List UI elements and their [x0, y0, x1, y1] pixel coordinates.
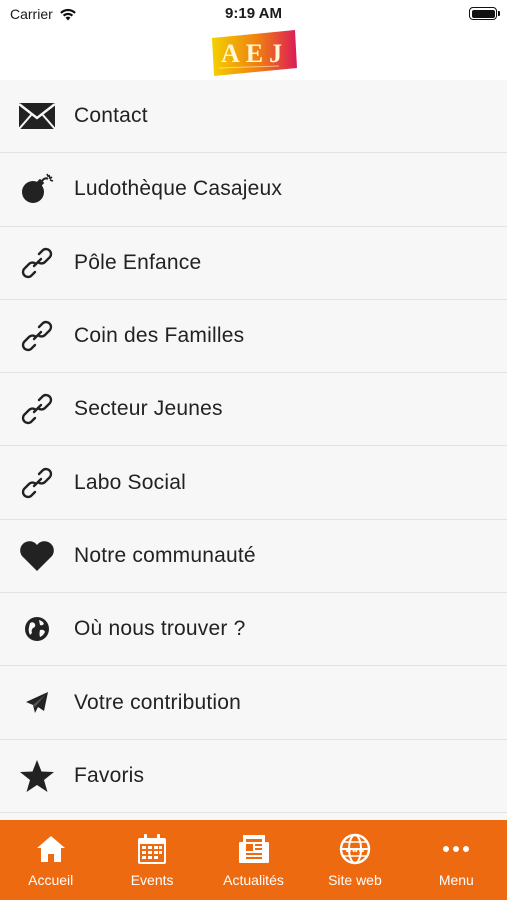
- menu-item-label: Favoris: [74, 763, 145, 787]
- menu-item-ludotheque[interactable]: Ludothèque Casajeux: [0, 153, 507, 227]
- tab-label: Actualités: [223, 872, 284, 888]
- tab-label: Site web: [328, 872, 382, 888]
- menu-item-label: Labo Social: [74, 470, 186, 494]
- web-globe-icon: www: [339, 832, 371, 866]
- star-icon: [0, 759, 74, 793]
- menu-item-label: Votre contribution: [74, 690, 242, 714]
- globe-icon: [0, 615, 74, 643]
- tab-label: Events: [130, 872, 174, 888]
- menu-item-pole-enfance[interactable]: Pôle Enfance: [0, 226, 507, 300]
- link-icon: [0, 465, 74, 501]
- menu-item-votre-contribution[interactable]: Votre contribution: [0, 666, 507, 740]
- tab-actualites[interactable]: Actualités: [203, 820, 304, 900]
- menu-item-coin-des-familles[interactable]: Coin des Familles: [0, 299, 507, 374]
- menu-item-notre-communaute[interactable]: Notre communauté: [0, 519, 507, 594]
- link-icon: [0, 391, 74, 427]
- tab-label: Menu: [438, 872, 474, 888]
- menu-item-favoris[interactable]: Favoris: [0, 739, 507, 813]
- status-time: 9:19 AM: [225, 5, 282, 22]
- calendar-icon: [137, 832, 167, 866]
- menu-item-label: Notre communauté: [74, 543, 256, 567]
- menu-item-label: Contact: [74, 104, 148, 128]
- more-icon: [442, 832, 470, 866]
- newspaper-icon: [238, 832, 270, 866]
- svg-text:AEJ: AEJ: [221, 39, 288, 68]
- envelope-icon: [0, 102, 74, 130]
- menu-item-label: Secteur Jeunes: [74, 397, 223, 421]
- menu-item-label: Ludothèque Casajeux: [74, 177, 283, 201]
- link-icon: [0, 245, 74, 281]
- menu-item-ou-nous-trouver[interactable]: Où nous trouver ?: [0, 593, 507, 667]
- menu-list: Contact Ludothèque Casajeux Pôle Enfance…: [0, 80, 507, 820]
- menu-item-labo-social[interactable]: Labo Social: [0, 446, 507, 520]
- link-icon: [0, 318, 74, 354]
- menu-item-secteur-jeunes[interactable]: Secteur Jeunes: [0, 373, 507, 447]
- tab-accueil[interactable]: Accueil: [0, 820, 101, 900]
- svg-text:www: www: [345, 846, 365, 854]
- menu-item-label: Où nous trouver ?: [74, 617, 246, 641]
- tab-label: Accueil: [28, 872, 74, 888]
- menu-item-label: Coin des Familles: [74, 324, 245, 348]
- bomb-icon: [0, 173, 74, 205]
- tab-menu[interactable]: Menu: [406, 820, 507, 900]
- tab-events[interactable]: Events: [101, 820, 202, 900]
- home-icon: [35, 832, 67, 866]
- tab-site-web[interactable]: www Site web: [304, 820, 405, 900]
- menu-item-label: Pôle Enfance: [74, 250, 202, 274]
- tab-bar: Accueil Events Actualités www Site web M…: [0, 820, 507, 900]
- paper-plane-icon: [0, 691, 74, 715]
- battery-icon: [469, 7, 500, 20]
- app-header: AEJ: [0, 24, 507, 80]
- aej-logo: AEJ: [209, 26, 299, 78]
- menu-item-contact[interactable]: Contact: [0, 80, 507, 154]
- heart-icon: [0, 540, 74, 572]
